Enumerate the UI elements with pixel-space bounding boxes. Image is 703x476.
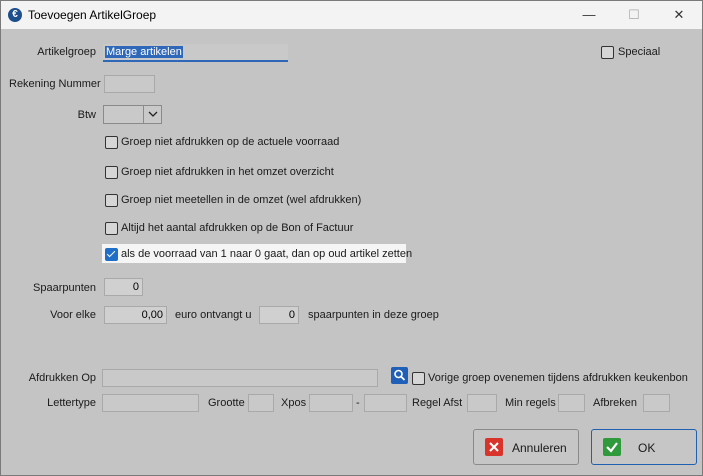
title-bar: € Toevoegen ArtikelGroep — ☐ ✕ xyxy=(1,1,702,29)
lettertype-input[interactable] xyxy=(102,394,199,412)
option-label-2: Groep niet meetellen in de omzet (wel af… xyxy=(121,194,362,206)
window-title: Toevoegen ArtikelGroep xyxy=(28,8,157,22)
option-checkbox-3[interactable] xyxy=(105,222,118,235)
rekening-nummer-input[interactable] xyxy=(104,75,155,93)
option-label-4: als de voorraad van 1 naar 0 gaat, dan o… xyxy=(121,248,413,260)
voor-elke-label: Voor elke xyxy=(50,309,96,321)
speciaal-checkbox[interactable] xyxy=(601,46,614,59)
spaarpunten-label: Spaarpunten xyxy=(33,282,96,294)
afdrukken-op-label: Afdrukken Op xyxy=(28,372,96,384)
ok-button[interactable]: OK xyxy=(591,429,697,465)
speciaal-label: Speciaal xyxy=(618,46,661,58)
option-label-1: Groep niet afdrukken in het omzet overzi… xyxy=(121,166,334,178)
grootte-input[interactable] xyxy=(248,394,274,412)
dialog-window: € Toevoegen ArtikelGroep — ☐ ✕ Artikelgr… xyxy=(0,0,703,476)
ok-button-label: OK xyxy=(638,441,656,455)
punten-input[interactable] xyxy=(259,306,299,324)
voor-elke-input[interactable] xyxy=(104,306,167,324)
option-checkbox-4[interactable] xyxy=(105,248,118,261)
regel-afst-label: Regel Afst xyxy=(412,397,463,409)
minimize-button[interactable]: — xyxy=(566,1,612,29)
chevron-down-icon[interactable] xyxy=(143,106,162,123)
spaarpunten-input[interactable] xyxy=(104,278,143,296)
min-regels-input[interactable] xyxy=(558,394,585,412)
option-label-3: Altijd het aantal afdrukken op de Bon of… xyxy=(121,222,354,234)
xpos-input[interactable] xyxy=(309,394,353,412)
xpos-label: Xpos xyxy=(281,397,307,409)
regel-afst-input[interactable] xyxy=(467,394,497,412)
artikelgroep-label: Artikelgroep xyxy=(37,46,96,58)
cancel-button-label: Annuleren xyxy=(512,441,567,455)
maximize-button[interactable]: ☐ xyxy=(611,1,657,29)
vorige-groep-checkbox[interactable] xyxy=(412,372,425,385)
ypos-input[interactable] xyxy=(364,394,407,412)
search-icon[interactable] xyxy=(391,367,408,384)
artikelgroep-input[interactable]: Marge artikelen xyxy=(103,44,288,62)
vorige-groep-label: Vorige groep ovenemen tijdens afdrukken … xyxy=(428,372,688,384)
lettertype-label: Lettertype xyxy=(47,397,96,409)
afbreken-label: Afbreken xyxy=(593,397,638,409)
option-checkbox-0[interactable] xyxy=(105,136,118,149)
option-checkbox-2[interactable] xyxy=(105,194,118,207)
min-regels-label: Min regels xyxy=(505,397,556,409)
afbreken-input[interactable] xyxy=(643,394,670,412)
option-checkbox-1[interactable] xyxy=(105,166,118,179)
app-icon: € xyxy=(8,8,22,22)
btw-label: Btw xyxy=(77,109,96,121)
euro-label: euro ontvangt u xyxy=(175,309,252,321)
punten-label: spaarpunten in deze groep xyxy=(308,309,439,321)
dash-label: - xyxy=(356,397,360,409)
btw-select[interactable] xyxy=(103,105,162,124)
cancel-button[interactable]: Annuleren xyxy=(473,429,579,465)
afdrukken-op-input[interactable] xyxy=(102,369,378,387)
artikelgroep-value: Marge artikelen xyxy=(105,46,183,58)
red-x-icon xyxy=(485,438,503,456)
grootte-label: Grootte xyxy=(208,397,245,409)
green-check-icon xyxy=(603,438,621,456)
option-label-0: Groep niet afdrukken op de actuele voorr… xyxy=(121,136,340,148)
rekening-nummer-label: Rekening Nummer xyxy=(9,78,101,90)
close-button[interactable]: ✕ xyxy=(656,1,702,29)
